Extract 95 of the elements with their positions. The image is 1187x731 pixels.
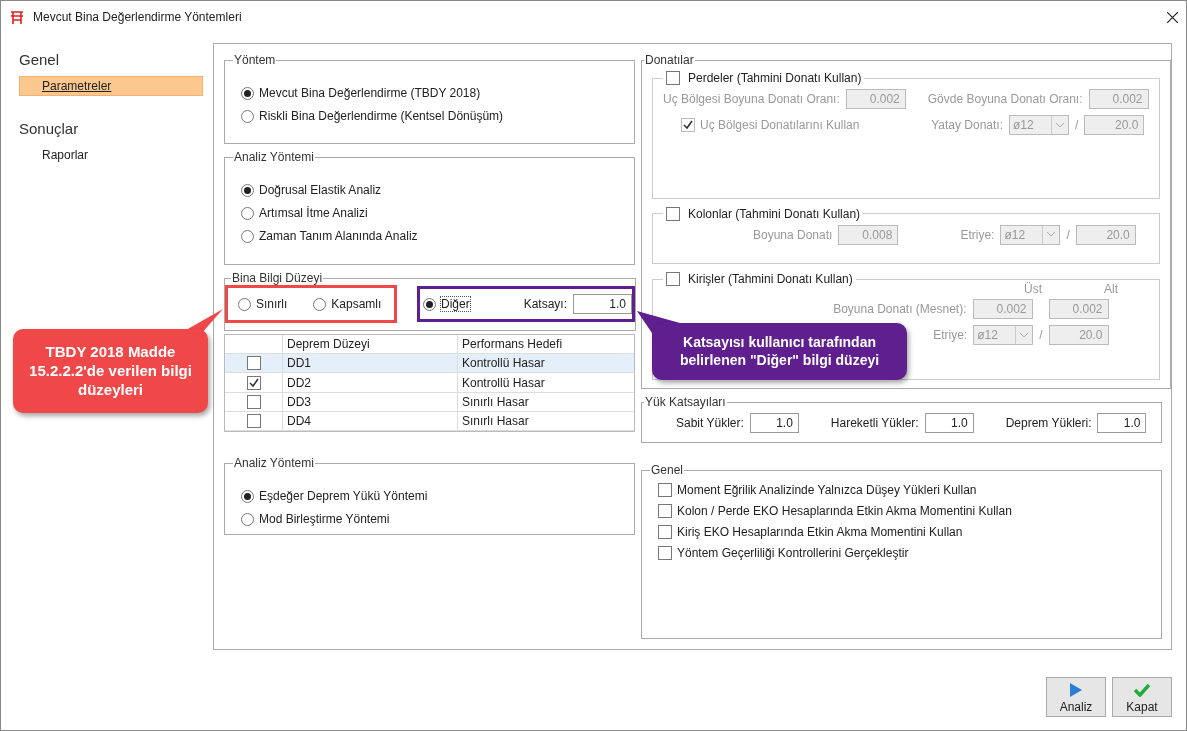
option-label: Zaman Tanım Alanında Analiz	[259, 229, 418, 243]
chevron-down-icon	[1047, 232, 1056, 238]
radio-button[interactable]	[241, 512, 254, 526]
chevron-down-icon	[1056, 122, 1064, 128]
field-label: /	[1039, 328, 1043, 343]
chevron-down-icon	[1020, 332, 1029, 338]
field-label: Katsayı:	[523, 297, 568, 311]
checkbox[interactable]	[246, 356, 261, 371]
checkbox[interactable]	[666, 206, 680, 221]
option-label: Mod Birleştirme Yöntemi	[259, 512, 390, 526]
group-title: Kirişler (Tahmini Donatı Kullan)	[688, 272, 853, 287]
checkbox-label: Kiriş EKO Hesaplarında Etkin Akma Momentini Kullan	[677, 525, 963, 539]
field-label: Etriye:	[959, 227, 995, 242]
sidebar-item[interactable]: Parametreler	[19, 76, 203, 96]
frame-icon	[9, 9, 25, 25]
field-label: /	[1075, 118, 1079, 132]
checkbox-label: Yöntem Geçerliliği Kontrollerini Gerçekleştir	[677, 546, 909, 560]
group-title: Yöntem	[233, 53, 277, 67]
radio-button[interactable]	[241, 183, 254, 197]
dialog-button[interactable]: Kapat	[1112, 677, 1172, 717]
group-title: Analiz Yöntemi	[233, 456, 315, 470]
field-label: Sabit Yükler:	[676, 416, 744, 431]
checkbox-label: Uç Bölgesi Donatılarını Kullan	[700, 118, 860, 132]
option-label: Mevcut Bina Değerlendirme (TBDY 2018)	[259, 86, 481, 100]
number-field[interactable]: 1.0	[749, 413, 799, 434]
radio-button[interactable]	[313, 297, 327, 311]
table-cell: DD1	[282, 354, 457, 373]
option-label: Kapsamlı	[331, 297, 382, 311]
radio-button[interactable]	[241, 489, 254, 503]
column-header: Deprem Düzeyi	[282, 335, 457, 354]
radio-button[interactable]	[241, 86, 254, 100]
option-label: Riskli Bina Değerlendirme (Kentsel Dönüşüm)	[259, 109, 504, 123]
checkbox[interactable]	[658, 483, 672, 497]
option-label: Eşdeğer Deprem Yükü Yöntemi	[259, 489, 428, 503]
checkbox[interactable]	[666, 71, 680, 85]
option-label: Diğer	[441, 297, 470, 311]
field-label: Üst	[1023, 282, 1042, 297]
sidebar-section-title: Genel	[19, 51, 61, 68]
checkbox-label: Kolon / Perde EKO Hesaplarında Etkin Akma Momentini Kullan	[677, 504, 1012, 518]
field-label: Boyuna Donatı (Mesnet):	[833, 302, 967, 317]
checkbox[interactable]	[658, 525, 672, 539]
group-title: Analiz Yöntemi	[233, 150, 315, 164]
number-field[interactable]: 1.0	[573, 294, 633, 314]
table-row[interactable]: DD1 Kontrollü Hasar	[225, 354, 634, 374]
radio-button[interactable]	[241, 109, 254, 123]
group-title: Yük Katsayıları	[644, 395, 727, 410]
table-cell: Kontrollü Hasar	[457, 354, 634, 373]
number-field[interactable]: 1.0	[1097, 413, 1147, 434]
field-label: Alt	[1103, 282, 1118, 297]
sidebar-item[interactable]: Raporlar	[19, 145, 203, 165]
checkbox[interactable]	[681, 118, 695, 132]
checkbox[interactable]	[246, 394, 261, 409]
table-cell: DD3	[282, 392, 457, 411]
checkbox[interactable]	[666, 272, 680, 287]
field-label: Etriye:	[933, 328, 968, 343]
check-icon	[1134, 683, 1150, 697]
checkbox[interactable]	[246, 375, 261, 390]
close-icon[interactable]	[1167, 11, 1178, 23]
option-label: Doğrusal Elastik Analiz	[259, 183, 382, 197]
group-title: Genel	[650, 463, 685, 477]
group-title: Donatılar	[644, 53, 695, 67]
field-label: Uç Bölgesi Boyuna Donatı Oranı:	[663, 92, 840, 106]
window-title: Mevcut Bina Değerlendirme Yöntemleri	[33, 10, 243, 24]
field-label: /	[1066, 227, 1070, 242]
group-title: Perdeler (Tahmini Donatı Kullan)	[688, 71, 862, 85]
group-title: Bina Bilgi Düzeyi	[231, 271, 324, 285]
column-header: Performans Hedefi	[457, 335, 634, 354]
group-title: Kolonlar (Tahmini Donatı Kullan)	[688, 206, 861, 221]
table-row[interactable]: DD4 Sınırlı Hasar	[225, 411, 634, 431]
radio-button[interactable]	[423, 297, 436, 311]
option-label: Sınırlı	[256, 297, 288, 311]
field-label: Boyuna Donatı	[753, 227, 833, 242]
table-cell: Sınırlı Hasar	[457, 411, 634, 430]
field-label: Yatay Donatı:	[931, 118, 1003, 132]
field-label: Gövde Boyuna Donatı Oranı:	[927, 92, 1083, 106]
field-label: Hareketli Yükler:	[830, 416, 919, 431]
table-cell: Kontrollü Hasar	[457, 373, 634, 392]
radio-button[interactable]	[241, 206, 254, 220]
field-label: Deprem Yükleri:	[1005, 416, 1092, 431]
checkbox[interactable]	[658, 546, 672, 560]
table-row[interactable]: DD2 Kontrollü Hasar	[225, 373, 634, 393]
radio-button[interactable]	[241, 229, 254, 243]
table-cell: DD2	[282, 373, 457, 392]
option-label: Artımsal İtme Analizi	[259, 206, 368, 220]
sidebar-section-title: Sonuçlar	[19, 120, 80, 137]
table-cell: DD4	[282, 411, 457, 430]
radio-button[interactable]	[238, 297, 251, 311]
checkbox[interactable]	[246, 413, 261, 428]
number-field[interactable]: 1.0	[924, 413, 974, 434]
checkbox[interactable]	[658, 504, 672, 518]
dialog-button[interactable]: Analiz	[1046, 677, 1106, 717]
checkbox-label: Moment Eğrilik Analizinde Yalnızca Düşey Yükleri Kullan	[677, 483, 977, 497]
play-icon	[1070, 683, 1082, 697]
table-cell: Sınırlı Hasar	[457, 392, 634, 411]
table-row[interactable]: DD3 Sınırlı Hasar	[225, 392, 634, 412]
